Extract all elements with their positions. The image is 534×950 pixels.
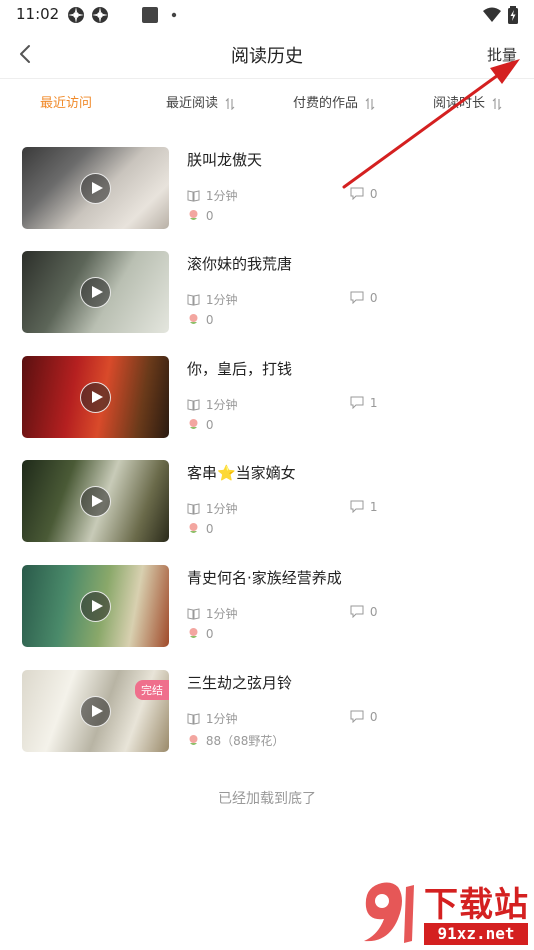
list-item[interactable]: 完结 三生劫之弦月铃 1分钟 0 88（88野花） — [0, 670, 534, 754]
read-time: 1分钟 — [187, 605, 237, 622]
book-title: 客串⭐当家嫡女 — [187, 464, 296, 482]
book-icon — [187, 713, 200, 725]
gear-icon — [68, 7, 84, 23]
read-time-value: 1分钟 — [205, 712, 238, 726]
comment-value: 0 — [369, 710, 378, 724]
completed-badge: 完结 — [135, 680, 169, 700]
comment-value: 1 — [369, 396, 378, 410]
book-title: 朕叫龙傲天 — [187, 151, 263, 169]
list-item[interactable]: 客串⭐当家嫡女 1分钟 1 0 — [0, 460, 534, 544]
annotation-arrow-icon — [342, 59, 520, 189]
list-item[interactable]: 青史何名·家族经营养成 1分钟 0 0 — [0, 565, 534, 649]
read-time: 1分钟 — [187, 500, 237, 517]
flower-count: 0 — [187, 418, 213, 432]
flower-count: 0 — [187, 313, 213, 327]
comment-icon — [350, 291, 364, 304]
book-icon — [187, 399, 200, 411]
read-time-value: 1分钟 — [205, 398, 238, 412]
watermark: 下载站 91xz.net — [354, 875, 534, 950]
comment-value: 0 — [369, 605, 378, 619]
read-time: 1分钟 — [187, 396, 237, 413]
flower-value: 0 — [205, 313, 214, 327]
book-icon — [187, 503, 200, 515]
read-time: 1分钟 — [187, 710, 237, 727]
book-title: 三生劫之弦月铃 — [187, 674, 293, 692]
wifi-icon — [483, 7, 501, 22]
comment-icon — [350, 710, 364, 723]
play-icon[interactable] — [80, 696, 111, 727]
comment-count: 0 — [350, 291, 377, 305]
read-time-value: 1分钟 — [205, 607, 238, 621]
flower-value: 0 — [205, 209, 214, 223]
play-icon[interactable] — [80, 173, 111, 204]
battery-icon — [508, 6, 518, 24]
tab-recent-read[interactable]: 最近阅读 — [166, 92, 235, 111]
flower-icon — [189, 523, 198, 533]
read-time: 1分钟 — [187, 291, 237, 308]
book-cover[interactable]: 完结 — [22, 670, 169, 752]
flower-count: 0 — [187, 627, 213, 641]
book-title: 你，皇后，打钱 — [187, 360, 293, 378]
book-cover[interactable] — [22, 565, 169, 647]
play-icon[interactable] — [80, 277, 111, 308]
flower-icon — [189, 210, 198, 220]
book-icon — [187, 294, 200, 306]
book-cover[interactable] — [22, 460, 169, 542]
flower-icon — [189, 314, 198, 324]
play-icon[interactable] — [80, 591, 111, 622]
tab-recent-visit[interactable]: 最近访问 — [40, 92, 92, 111]
comment-count: 1 — [350, 500, 377, 514]
flower-icon — [189, 735, 198, 745]
comment-count: 0 — [350, 710, 377, 724]
read-time-value: 1分钟 — [205, 293, 238, 307]
sort-icon — [225, 97, 235, 110]
comment-icon — [350, 500, 364, 513]
book-title: 青史何名·家族经营养成 — [187, 569, 342, 587]
watermark-url-text: 91xz.net — [424, 923, 528, 945]
read-time-value: 1分钟 — [205, 189, 238, 203]
tab-label: 最近访问 — [40, 96, 93, 111]
comment-count: 1 — [350, 396, 377, 410]
watermark-cn-text: 下载站 — [424, 885, 529, 925]
status-time: 11:02 — [16, 5, 60, 23]
read-time-value: 1分钟 — [205, 502, 238, 516]
end-of-list-text: 已经加载到底了 — [218, 791, 316, 807]
book-icon — [187, 608, 200, 620]
flower-icon — [189, 419, 198, 429]
flower-value: 0 — [205, 418, 214, 432]
flower-icon — [189, 628, 198, 638]
flower-value: 0 — [205, 627, 214, 641]
list-item[interactable]: 你，皇后，打钱 1分钟 1 0 — [0, 356, 534, 440]
book-cover[interactable] — [22, 147, 169, 229]
flower-count: 0 — [187, 209, 213, 223]
book-icon — [187, 190, 200, 202]
status-bar: 11:02 — [0, 0, 534, 30]
comment-count: 0 — [350, 605, 377, 619]
comment-icon — [350, 396, 364, 409]
tab-label: 最近阅读 — [166, 96, 219, 111]
flower-count: 88（88野花） — [187, 732, 284, 749]
gear-icon — [92, 7, 108, 23]
list-item[interactable]: 滚你妹的我荒唐 1分钟 0 0 — [0, 251, 534, 335]
comment-icon — [350, 605, 364, 618]
book-cover[interactable] — [22, 251, 169, 333]
play-icon[interactable] — [80, 382, 111, 413]
play-icon[interactable] — [80, 486, 111, 517]
book-cover[interactable] — [22, 356, 169, 438]
square-icon — [142, 7, 158, 23]
read-time: 1分钟 — [187, 187, 237, 204]
comment-value: 0 — [369, 291, 378, 305]
dot-icon — [171, 12, 177, 18]
comment-value: 1 — [369, 500, 378, 514]
flower-count: 0 — [187, 522, 213, 536]
flower-value: 0 — [205, 522, 214, 536]
flower-value: 88（88野花） — [205, 734, 285, 748]
book-title: 滚你妹的我荒唐 — [187, 255, 293, 273]
